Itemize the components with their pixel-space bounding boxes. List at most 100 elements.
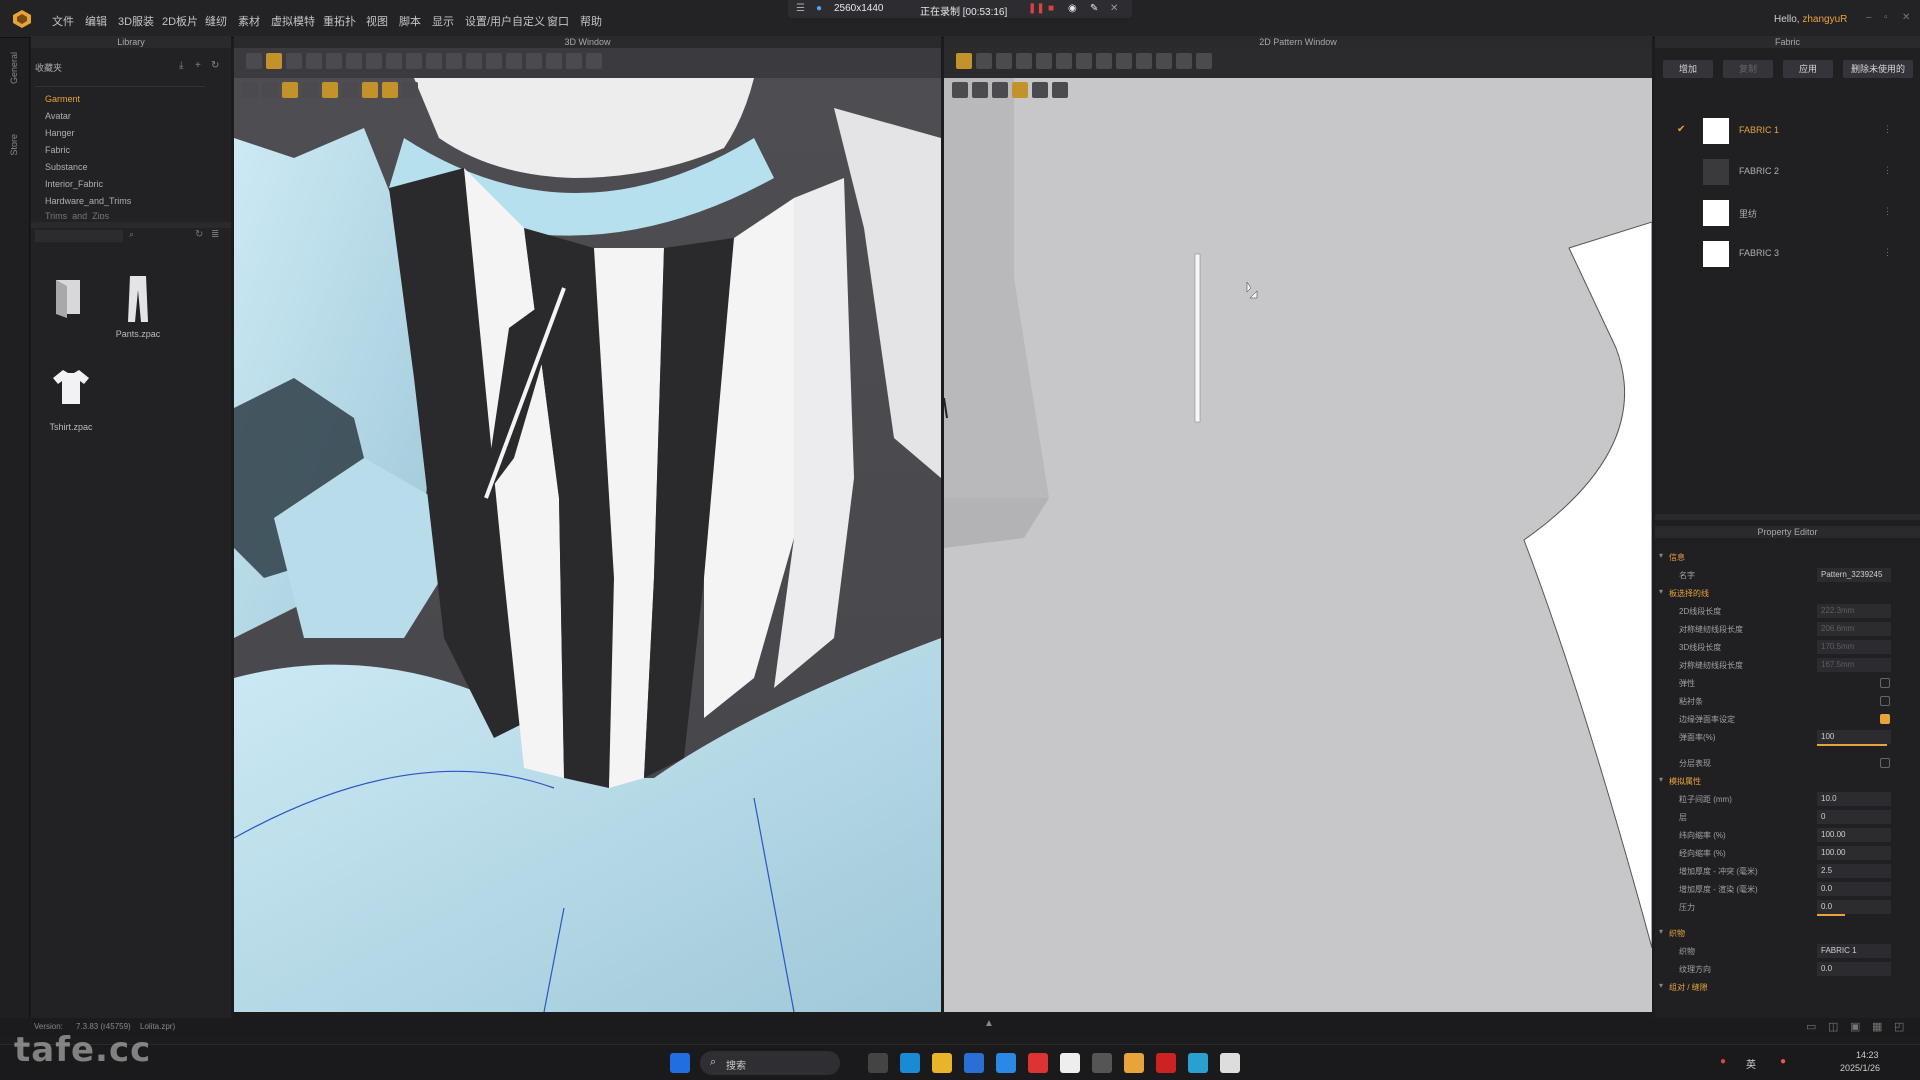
fit-tool-icon[interactable] — [546, 53, 562, 69]
property-value-field[interactable]: Pattern_3239245 — [1817, 568, 1891, 582]
feishu-icon[interactable] — [996, 1053, 1016, 1073]
property-value-field[interactable]: 167.5mm — [1817, 658, 1891, 672]
show-pattern-icon[interactable] — [972, 82, 988, 98]
window-close-icon[interactable]: ✕ — [1902, 12, 1912, 23]
property-section[interactable]: 板选择的线 ▾ — [1659, 586, 1910, 602]
show-avatar-2d-icon[interactable] — [1052, 82, 1068, 98]
marvelous-icon[interactable] — [1188, 1053, 1208, 1073]
edit-point-icon[interactable] — [286, 53, 302, 69]
rectangle-tool-icon[interactable] — [1016, 53, 1032, 69]
sewing-tool-icon[interactable] — [386, 53, 402, 69]
property-section[interactable]: 组对 / 缝隙 ▾ — [1659, 980, 1910, 996]
graphic-tool-icon[interactable] — [566, 53, 582, 69]
menu-sewing[interactable]: 缝纫 — [205, 13, 227, 29]
refresh-icon[interactable]: ↻ — [211, 60, 219, 71]
store-icon[interactable] — [964, 1053, 984, 1073]
antivirus-tray-icon[interactable]: ● — [1780, 1056, 1786, 1067]
maximize-icon[interactable]: ▫ — [1884, 12, 1894, 23]
menu-retopology[interactable]: 重拓扑 — [323, 13, 356, 29]
chevron-down-icon[interactable]: ▾ — [1659, 587, 1663, 596]
fabric-options-icon[interactable]: ⋮ — [1883, 247, 1892, 258]
refresh-list-icon[interactable]: ↻ — [195, 229, 203, 240]
property-value-field[interactable]: 100.00 — [1817, 846, 1891, 860]
pleat-tool-icon[interactable] — [1136, 53, 1152, 69]
property-slider[interactable] — [1817, 914, 1845, 916]
fabric-item[interactable]: FABRIC 2 ⋮ — [1655, 153, 1920, 189]
texture-tool-icon[interactable] — [586, 53, 602, 69]
chevron-down-icon[interactable]: ▾ — [1659, 927, 1663, 936]
file-explorer-icon[interactable] — [932, 1053, 952, 1073]
measure-tool-icon[interactable] — [446, 53, 462, 69]
move-tool-icon[interactable] — [266, 53, 282, 69]
display-camera-icon[interactable] — [402, 82, 418, 98]
camera-icon[interactable]: ◉ — [1068, 3, 1077, 14]
chevron-down-icon[interactable]: ▾ — [1659, 775, 1663, 784]
fabric-item[interactable]: FABRIC 3 ⋮ — [1655, 235, 1920, 271]
select-tool-icon[interactable] — [246, 53, 262, 69]
stop-icon[interactable]: ■ — [1048, 3, 1054, 14]
property-checkbox[interactable] — [1880, 678, 1890, 688]
menu-avatar[interactable]: 虚拟模特 — [271, 13, 315, 29]
library-item-avatar[interactable]: Avatar — [45, 111, 71, 121]
property-value-field[interactable]: 0 — [1817, 810, 1891, 824]
mic-tray-icon[interactable]: ● — [1720, 1056, 1726, 1067]
segment-sew-icon[interactable] — [406, 53, 422, 69]
tab-store[interactable]: Store — [9, 134, 19, 156]
menu-icon[interactable]: ☰ — [796, 3, 805, 14]
trace-tool-icon[interactable] — [1196, 53, 1212, 69]
add-fabric-button[interactable]: 增加 — [1663, 60, 1713, 78]
free-sew-icon[interactable] — [426, 53, 442, 69]
layout-single-icon[interactable]: ▭ — [1806, 1020, 1816, 1033]
menu-display[interactable]: 显示 — [432, 13, 454, 29]
webcam-icon[interactable] — [1092, 1053, 1112, 1073]
topstitch-tool-icon[interactable] — [506, 53, 522, 69]
property-value-field[interactable]: FABRIC 1 — [1817, 944, 1891, 958]
copy-fabric-button[interactable]: 复制 — [1723, 60, 1773, 78]
library-item-hardware[interactable]: Hardware_and_Trims — [45, 196, 131, 206]
segment-sewing-2d-icon[interactable] — [1076, 53, 1092, 69]
property-section[interactable]: 织物 ▾ — [1659, 926, 1910, 942]
start-icon[interactable] — [670, 1053, 690, 1073]
property-section[interactable]: 信息 ▾ — [1659, 550, 1910, 566]
library-item-interior-fabric[interactable]: Interior_Fabric — [45, 179, 103, 189]
qq-icon[interactable] — [1060, 1053, 1080, 1073]
zbrush-icon[interactable] — [1220, 1053, 1240, 1073]
menu-script[interactable]: 脚本 — [399, 13, 421, 29]
property-checkbox[interactable] — [1880, 758, 1890, 768]
menu-window[interactable]: 窗口 — [547, 13, 569, 29]
pen-icon[interactable]: ✎ — [1090, 3, 1098, 14]
property-checkbox[interactable] — [1880, 696, 1890, 706]
polygon-tool-icon[interactable] — [996, 53, 1012, 69]
property-value-field[interactable]: 2.5 — [1817, 864, 1891, 878]
pause-icon[interactable]: ❚❚ — [1028, 3, 1045, 14]
menu-help[interactable]: 帮助 — [580, 13, 602, 29]
app-logo-icon[interactable] — [12, 9, 32, 29]
library-item-garment[interactable]: Garment — [45, 94, 80, 104]
chevron-down-icon[interactable]: ▾ — [1659, 551, 1663, 560]
property-value-field[interactable]: 0.0 — [1817, 962, 1891, 976]
transform-pattern-icon[interactable] — [956, 53, 972, 69]
display-light-icon[interactable] — [362, 82, 378, 98]
property-value-field[interactable]: 10.0 — [1817, 792, 1891, 806]
apply-fabric-button[interactable]: 应用 — [1783, 60, 1833, 78]
property-value-field[interactable]: 100.00 — [1817, 828, 1891, 842]
annotation-tool-icon[interactable] — [1176, 53, 1192, 69]
property-section[interactable]: 模拟属性 ▾ — [1659, 774, 1910, 790]
layout-custom-icon[interactable]: ◰ — [1894, 1020, 1904, 1033]
show-symmetry-icon[interactable] — [1032, 82, 1048, 98]
internal-line-icon[interactable] — [1036, 53, 1052, 69]
tshirt-thumbnail[interactable] — [51, 366, 91, 406]
pants-thumbnail[interactable] — [123, 274, 153, 324]
fold-tool-icon[interactable] — [326, 53, 342, 69]
menu-2d-pattern[interactable]: 2D板片 — [162, 13, 198, 29]
library-item-fabric[interactable]: Fabric — [45, 145, 70, 155]
library-item-trims[interactable]: Trims_and_Zips — [45, 211, 109, 219]
button-tool-icon[interactable] — [486, 53, 502, 69]
property-value-field[interactable]: 206.6mm — [1817, 622, 1891, 636]
ime-indicator[interactable]: 英 — [1746, 1056, 1756, 1071]
list-view-icon[interactable]: ≣ — [211, 229, 219, 240]
search-icon[interactable]: ⌕ — [129, 229, 134, 240]
display-skeleton-icon[interactable] — [302, 82, 318, 98]
display-fabric-icon[interactable] — [322, 82, 338, 98]
library-search-input[interactable] — [35, 230, 123, 242]
